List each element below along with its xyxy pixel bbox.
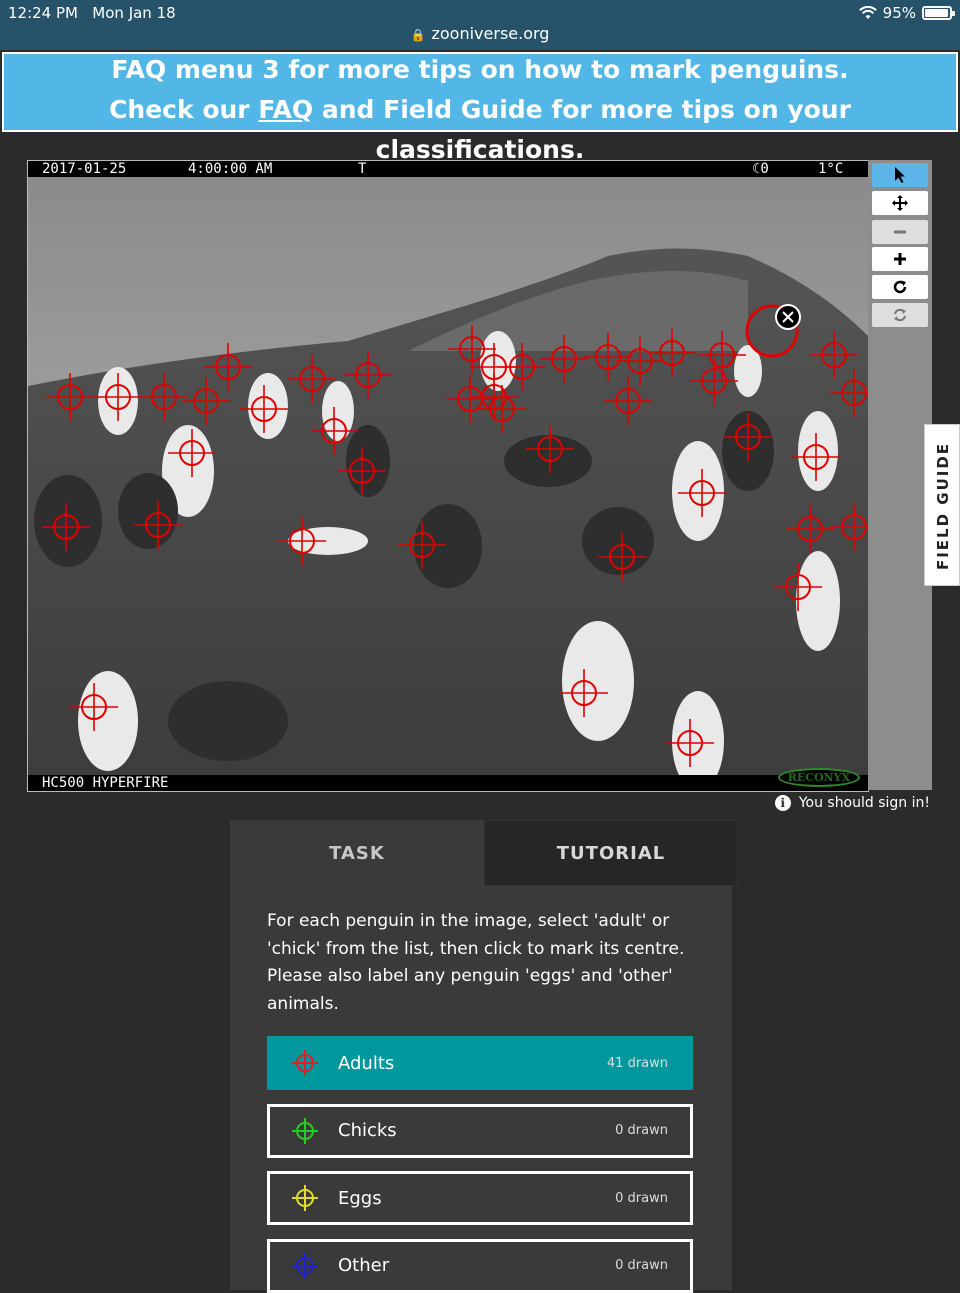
choice-count: 0 drawn [615,1190,668,1206]
camera-flag: T [358,161,367,177]
battery-icon [922,6,955,20]
camera-model: HC500 HYPERFIRE [42,775,169,791]
info-icon: i [774,795,791,811]
reconyx-logo: RECONYX [777,768,860,787]
status-time: 12:24 PM Mon Jan 18 [8,4,176,22]
subject-viewer[interactable]: 2017-01-25 4:00:00 AM T ☾0 1°C HC500 HYP… [27,160,869,792]
choice-other[interactable]: Other 0 drawn [267,1238,693,1293]
sign-in-text: You should sign in! [798,795,930,811]
choice-eggs[interactable]: Eggs 0 drawn [267,1171,693,1225]
crosshair-icon [292,1185,318,1211]
banner-text: Check our [109,95,259,124]
camera-footer: HC500 HYPERFIRE [28,775,868,791]
rotate-icon [893,280,907,294]
choice-count: 41 drawn [606,1055,668,1071]
choice-label: Adults [338,1052,395,1074]
faq-link[interactable]: FAQ [258,95,313,124]
battery-percent: 95% [882,4,916,22]
choice-adults[interactable]: Adults 41 drawn [267,1036,693,1090]
tips-banner: FAQ menu 3 for more tips on how to mark … [2,52,958,164]
banner-text: and Field Guide for more tips on your cl… [313,95,851,164]
clock-date: Mon Jan 18 [92,4,176,22]
camera-temperature: 1°C [818,161,844,177]
battery-fill [925,9,948,17]
task-instructions: For each penguin in the image, select 'a… [267,911,685,1014]
field-guide-tab[interactable]: FIELD GUIDE [924,424,960,586]
reset-button[interactable] [872,303,928,327]
camera-date: 2017-01-25 [42,161,127,177]
select-icon [895,167,905,183]
camera-info-bar: 2017-01-25 4:00:00 AM T ☾0 1°C [28,161,868,177]
banner-line-1: FAQ menu 3 for more tips on how to mark … [111,55,849,84]
task-panel: TASK TUTORIAL For each penguin in the im… [230,820,738,1293]
tab-tutorial[interactable]: TUTORIAL [484,820,738,886]
moon-phase: ☾0 [752,161,769,177]
status-right: 95% [858,4,955,22]
lock-icon: 🔒 [410,28,426,42]
crosshair-icon [292,1050,318,1076]
choice-label: Eggs [338,1187,382,1209]
zoom-out-button[interactable] [872,220,928,244]
minus-icon [894,230,906,234]
select-tool-button[interactable] [872,163,928,187]
choice-label: Other [338,1255,390,1276]
rotate-button[interactable] [872,275,928,299]
task-tabs: TASK TUTORIAL [230,820,738,886]
choice-chicks[interactable]: Chicks 0 drawn [267,1103,693,1158]
subject-image[interactable] [28,161,868,791]
choice-label: Chicks [338,1120,397,1141]
crosshair-icon [292,1252,318,1279]
wifi-icon [858,6,877,19]
choice-count: 0 drawn [615,1123,668,1138]
address-bar[interactable]: 🔒 zooniverse.org [0,24,960,43]
pan-tool-button[interactable] [872,191,928,215]
crosshair-icon [292,1117,318,1144]
choice-count: 0 drawn [615,1258,668,1273]
camera-time: 4:00:00 AM [188,161,273,177]
plus-icon [894,253,906,265]
url-text: zooniverse.org [431,24,550,43]
sign-in-notice: i You should sign in! [774,795,930,811]
zoom-in-button[interactable] [872,247,928,271]
clock-time: 12:24 PM [8,4,78,22]
reset-icon [894,308,906,322]
banner-line-2: Check our FAQ and Field Guide for more t… [4,90,956,170]
image-toolbar [868,160,932,790]
move-icon [892,195,908,211]
tab-task[interactable]: TASK [230,820,484,886]
field-guide-label: FIELD GUIDE [934,441,952,571]
status-bar: 12:24 PM Mon Jan 18 🔒 zooniverse.org 95% [0,0,960,50]
